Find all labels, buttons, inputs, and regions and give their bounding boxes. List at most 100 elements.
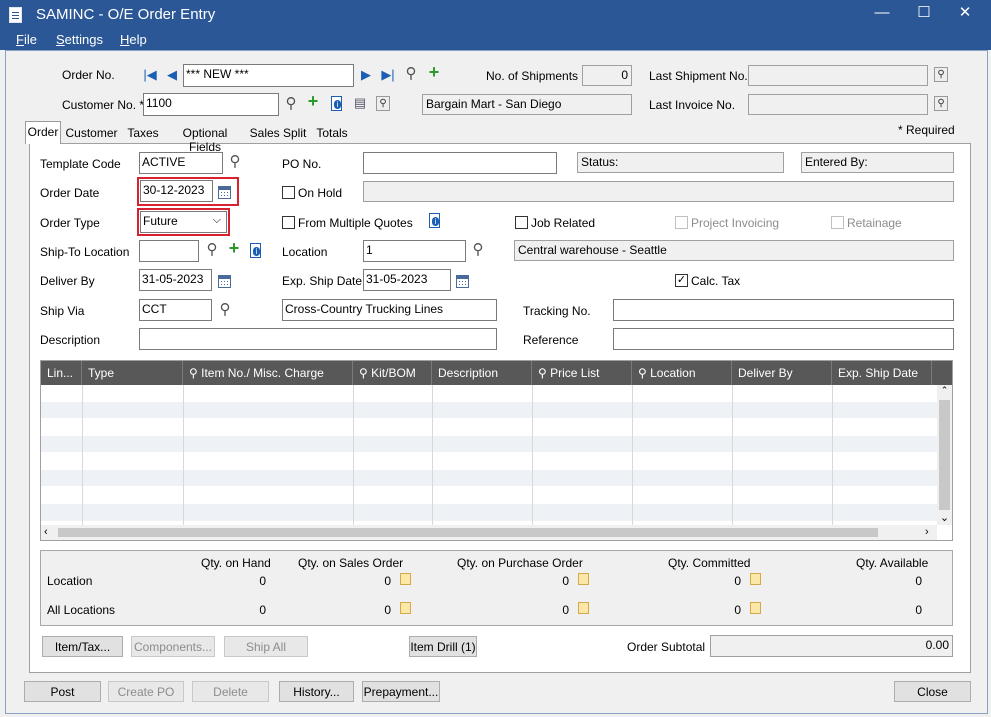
search-icon: ⚲ <box>359 366 372 380</box>
customer-documents-icon[interactable]: ▤ <box>352 95 368 111</box>
last-record-icon[interactable]: ▶| <box>380 67 396 83</box>
tab-totals[interactable]: Totals <box>311 123 353 144</box>
column-item-no[interactable]: ⚲ Item No./ Misc. Charge <box>183 361 353 385</box>
column-price-list[interactable]: ⚲ Price List <box>532 361 632 385</box>
column-deliver-by[interactable]: Deliver By <box>732 361 832 385</box>
menu-file[interactable]: File <box>16 32 37 47</box>
note-icon[interactable] <box>578 602 589 614</box>
note-icon[interactable] <box>400 602 411 614</box>
grid-row[interactable] <box>41 504 937 522</box>
last-shipment-lookup-icon[interactable]: ⚲ <box>934 67 948 82</box>
column-type[interactable]: Type <box>82 361 183 385</box>
next-record-icon[interactable]: ▶ <box>358 67 374 83</box>
column-description[interactable]: Description <box>432 361 532 385</box>
scroll-up-icon[interactable]: ⌃ <box>938 385 951 399</box>
order-type-select[interactable]: Future ⌵ <box>140 211 227 233</box>
horizontal-scrollbar[interactable]: ‹ › <box>41 525 937 540</box>
deliver-by-calendar-icon[interactable] <box>218 275 231 288</box>
note-icon[interactable] <box>400 573 411 585</box>
history-button[interactable]: History... <box>279 681 354 702</box>
calc-tax-checkbox[interactable]: ✓ <box>675 274 688 287</box>
components-button[interactable]: Components... <box>131 636 215 657</box>
close-button[interactable]: Close <box>894 681 971 702</box>
note-icon[interactable] <box>750 602 761 614</box>
grid-row[interactable] <box>41 436 937 453</box>
column-kit-bom[interactable]: ⚲ Kit/BOM <box>353 361 432 385</box>
location-search-icon[interactable]: ⚲ <box>470 242 486 258</box>
tracking-no-input[interactable] <box>613 299 954 321</box>
scroll-right-icon[interactable]: › <box>925 526 929 538</box>
customer-lookup-icon[interactable]: ⚲ <box>376 96 390 111</box>
column-location[interactable]: ⚲ Location <box>632 361 732 385</box>
ship-to-info-icon[interactable] <box>250 243 261 258</box>
order-date-input[interactable]: 30-12-2023 <box>140 180 213 202</box>
delete-button[interactable]: Delete <box>192 681 269 702</box>
order-date-calendar-icon[interactable] <box>218 186 231 199</box>
tab-taxes[interactable]: Taxes <box>123 123 163 144</box>
template-code-input[interactable]: ACTIVE <box>139 152 223 174</box>
exp-ship-date-input[interactable]: 31-05-2023 <box>363 269 451 291</box>
from-multiple-quotes-checkbox[interactable] <box>282 216 295 229</box>
reference-input[interactable] <box>613 328 954 350</box>
ship-to-search-icon[interactable]: ⚲ <box>204 242 220 258</box>
last-invoice-lookup-icon[interactable]: ⚲ <box>934 96 948 111</box>
previous-record-icon[interactable]: ◀ <box>164 67 180 83</box>
description-input[interactable] <box>139 328 497 350</box>
ship-via-input[interactable]: CCT <box>139 299 212 321</box>
grid-row[interactable] <box>41 487 937 504</box>
scroll-down-icon[interactable]: ⌄ <box>938 511 951 525</box>
new-customer-plus-icon[interactable]: + <box>305 92 321 110</box>
ship-via-label: Ship Via <box>40 304 85 318</box>
grid-row[interactable] <box>41 419 937 436</box>
tab-customer[interactable]: Customer <box>64 123 119 144</box>
search-icon: ⚲ <box>538 366 551 380</box>
customer-no-input[interactable]: 1100 <box>143 93 279 116</box>
post-button[interactable]: Post <box>24 681 101 702</box>
tab-sales-split[interactable]: Sales Split <box>249 123 307 144</box>
quotes-info-icon[interactable] <box>429 213 440 228</box>
column-exp-ship-date[interactable]: Exp. Ship Date <box>832 361 932 385</box>
first-record-icon[interactable]: |◀ <box>142 67 158 83</box>
grid-row[interactable] <box>41 453 937 470</box>
note-icon[interactable] <box>750 573 761 585</box>
column-line[interactable]: Lin... <box>41 361 82 385</box>
template-code-search-icon[interactable]: ⚲ <box>227 154 243 170</box>
tab-order[interactable]: Order <box>25 121 61 144</box>
item-tax-button[interactable]: Item/Tax... <box>42 636 123 657</box>
location-input[interactable]: 1 <box>363 240 466 262</box>
ship-via-description-input[interactable]: Cross-Country Trucking Lines <box>282 299 497 321</box>
scroll-left-icon[interactable]: ‹ <box>44 526 48 538</box>
grid-row[interactable] <box>41 470 937 487</box>
tab-optional-fields[interactable]: Optional Fields <box>166 123 244 154</box>
prepayment-button[interactable]: Prepayment... <box>362 681 440 702</box>
menu-settings[interactable]: Settings <box>56 32 103 47</box>
customer-info-icon[interactable] <box>331 96 342 111</box>
exp-ship-date-calendar-icon[interactable] <box>456 275 469 288</box>
item-drill-button[interactable]: Item Drill (1) <box>409 636 477 657</box>
ship-all-button[interactable]: Ship All <box>224 636 308 657</box>
note-icon[interactable] <box>578 573 589 585</box>
minimize-button[interactable]: — <box>868 3 896 25</box>
menu-help[interactable]: Help <box>120 32 147 47</box>
new-order-plus-icon[interactable]: + <box>426 63 442 81</box>
grid-row[interactable] <box>41 402 937 419</box>
horizontal-scroll-thumb[interactable] <box>58 528 878 537</box>
order-finder-search-icon[interactable]: ⚲ <box>403 66 419 82</box>
close-window-button[interactable]: ✕ <box>951 3 979 25</box>
maximize-button[interactable]: ☐ <box>910 3 938 25</box>
customer-finder-search-icon[interactable]: ⚲ <box>283 96 299 112</box>
vertical-scroll-thumb[interactable] <box>939 400 950 510</box>
po-no-input[interactable] <box>363 152 557 174</box>
detail-lines-grid[interactable]: Lin... Type ⚲ Item No./ Misc. Charge ⚲ K… <box>40 360 953 541</box>
ship-to-location-input[interactable] <box>139 240 199 262</box>
ship-to-plus-icon[interactable]: + <box>226 239 242 257</box>
ship-via-search-icon[interactable]: ⚲ <box>217 302 233 318</box>
on-hold-checkbox[interactable] <box>282 186 295 199</box>
summary-row-all-locations-label: All Locations <box>47 603 116 617</box>
grid-row[interactable] <box>41 385 937 402</box>
order-no-input[interactable]: *** NEW *** <box>183 64 354 87</box>
deliver-by-input[interactable]: 31-05-2023 <box>139 269 212 291</box>
create-po-button[interactable]: Create PO <box>108 681 184 702</box>
job-related-checkbox[interactable] <box>515 216 528 229</box>
vertical-scrollbar[interactable]: ⌃ ⌄ <box>937 385 952 525</box>
